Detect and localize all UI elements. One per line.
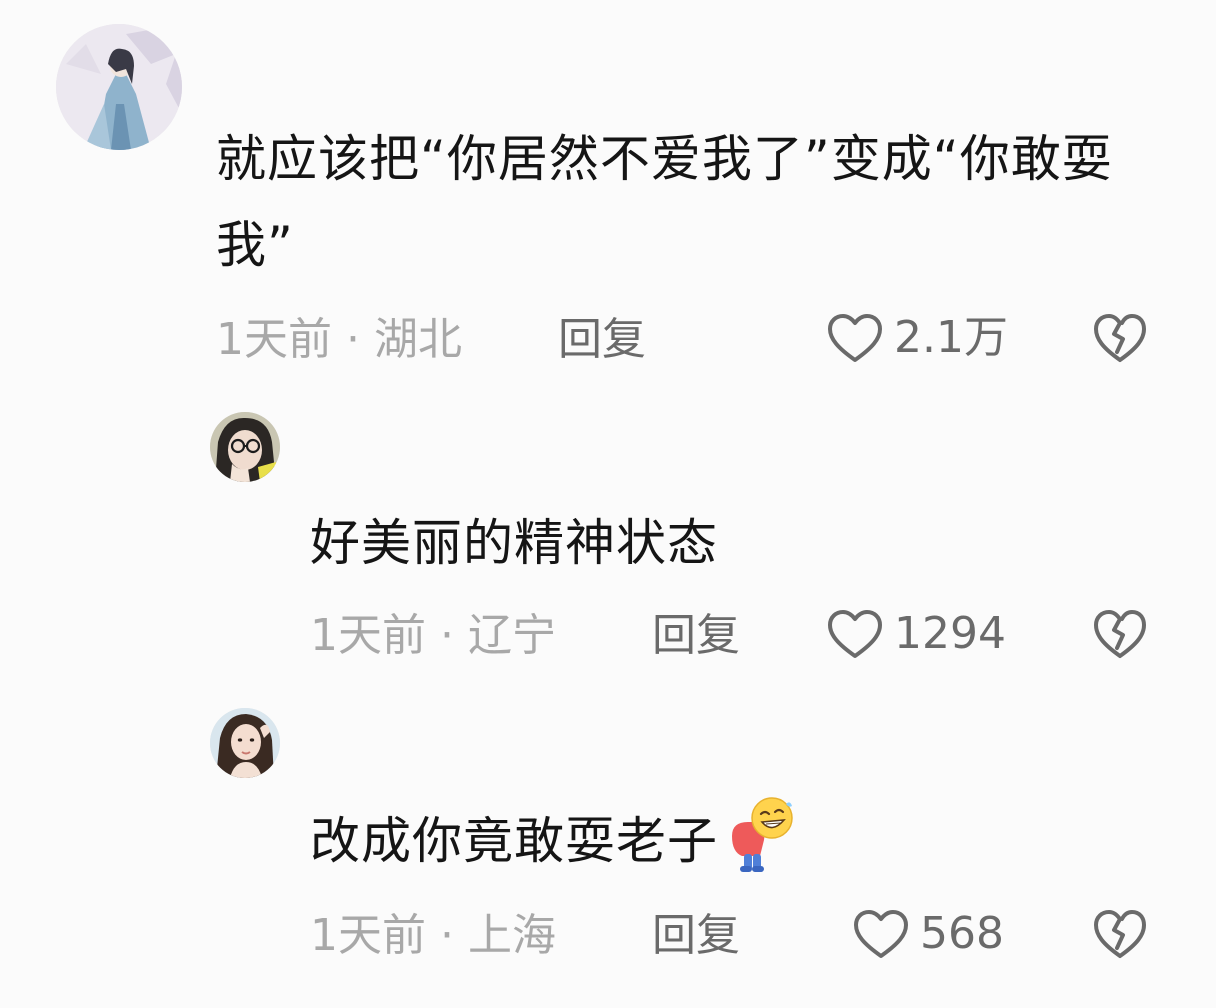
- broken-heart-icon[interactable]: [1092, 312, 1148, 364]
- comment-location: 辽宁: [468, 610, 556, 661]
- comment-meta: 1天前 · 湖北: [216, 310, 462, 370]
- heart-outline-icon: [828, 314, 882, 362]
- comment-text: 好美丽的精神状态: [310, 514, 718, 572]
- avatar[interactable]: [56, 24, 182, 150]
- comment-time: 1天前: [216, 314, 332, 365]
- avatar[interactable]: [210, 708, 280, 778]
- comment-time: 1天前: [310, 610, 426, 661]
- like-button[interactable]: 568: [852, 904, 1004, 964]
- bowing-grin-emoji: [732, 796, 793, 872]
- comment-text-content: 改成你竟敢耍老子: [310, 812, 718, 870]
- comment-meta: 1天前 · 辽宁: [310, 606, 556, 666]
- like-count: 1294: [894, 608, 1006, 659]
- heart-outline-icon: [854, 910, 908, 958]
- meta-separator: ·: [440, 910, 454, 961]
- comment-location: 上海: [468, 910, 556, 961]
- meta-separator: ·: [346, 314, 360, 365]
- heart-outline-icon: [828, 610, 882, 658]
- comment-time: 1天前: [310, 910, 426, 961]
- avatar-image: [56, 24, 182, 150]
- avatar-image: [210, 708, 280, 778]
- avatar-image: [210, 412, 280, 482]
- comment-text: 改成你竟敢耍老子: [310, 796, 1170, 884]
- comment-location: 湖北: [374, 314, 462, 365]
- like-button[interactable]: 1294: [826, 604, 1006, 664]
- broken-heart-icon[interactable]: [1092, 908, 1148, 960]
- like-button[interactable]: 2.1万: [826, 308, 1008, 368]
- broken-heart-icon[interactable]: [1092, 608, 1148, 660]
- reply-button[interactable]: 回复: [652, 906, 740, 966]
- reply-button[interactable]: 回复: [652, 606, 740, 666]
- like-count: 568: [920, 908, 1004, 959]
- reply-button[interactable]: 回复: [558, 310, 646, 370]
- comment-meta: 1天前 · 上海: [310, 906, 556, 966]
- meta-separator: ·: [440, 610, 454, 661]
- avatar[interactable]: [210, 412, 280, 482]
- comment-text: 就应该把“你居然不爱我了”变成“你敢耍我”: [216, 130, 1113, 274]
- like-count: 2.1万: [894, 312, 1008, 363]
